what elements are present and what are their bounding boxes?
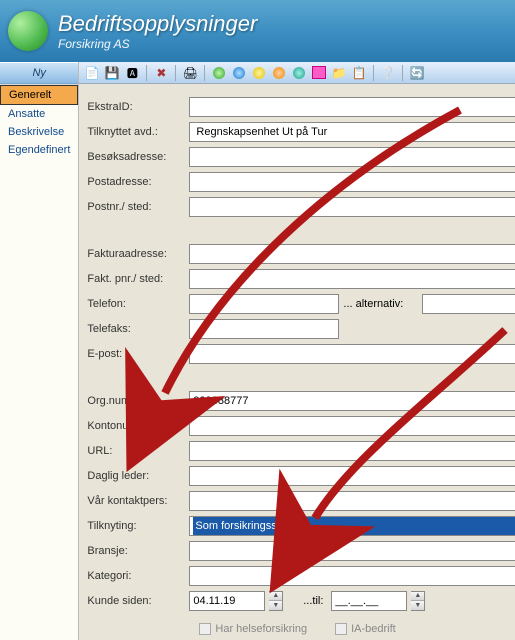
checkbox-icon: [335, 623, 347, 635]
besok-label: Besøksadresse:: [87, 151, 189, 163]
status-green-icon[interactable]: [210, 64, 228, 82]
kontaktpers-select[interactable]: ▼: [189, 491, 515, 511]
kundesiden-label: Kunde siden:: [87, 595, 189, 607]
helseforsikring-label: Har helseforsikring: [215, 623, 307, 635]
iabedrift-label: IA-bedrift: [351, 623, 396, 635]
sidebar-item-beskrivelse[interactable]: Beskrivelse: [0, 123, 78, 141]
iabedrift-checkbox[interactable]: IA-bedrift: [335, 623, 396, 635]
bransje-label: Bransje:: [87, 545, 189, 557]
refresh-icon[interactable]: [408, 64, 426, 82]
besok-input[interactable]: [189, 147, 515, 167]
status-orange-icon[interactable]: [270, 64, 288, 82]
new-icon[interactable]: [83, 64, 101, 82]
folder-icon[interactable]: [330, 64, 348, 82]
tilknytning-value: Som forsikringsselskap: [193, 517, 515, 535]
checkbox-icon: [199, 623, 211, 635]
telefon-input[interactable]: [189, 294, 339, 314]
kontonr-label: Kontonummer:: [87, 420, 189, 432]
toolbar-separator: [175, 65, 176, 81]
postnrsted-label: Postnr./ sted:: [87, 201, 189, 213]
save-icon[interactable]: [103, 64, 121, 82]
faktura-label: Fakturaadresse:: [87, 248, 189, 260]
status-yellow-icon[interactable]: [250, 64, 268, 82]
toolbar-separator: [146, 65, 147, 81]
page-title: Bedriftsopplysninger: [58, 11, 257, 37]
ekstraid-label: EkstraID:: [87, 101, 189, 113]
telefaks-input[interactable]: [189, 319, 339, 339]
telefon-label: Telefon:: [87, 298, 189, 310]
sidebar-item-egendefinert[interactable]: Egendefinert: [0, 141, 78, 159]
avd-value: Regnskapsenhet Ut på Tur: [193, 126, 330, 138]
orgnr-label: Org.nummer:: [87, 395, 189, 407]
orgnr-input[interactable]: [189, 391, 515, 411]
faktpnrsted-label: Fakt. pnr./ sted:: [87, 273, 189, 285]
app-header: Bedriftsopplysninger Forsikring AS: [0, 0, 515, 62]
form-area: EkstraID: Tilknyttet avd.: Regnskapsenhe…: [79, 84, 515, 640]
print-icon[interactable]: [181, 64, 199, 82]
kundesiden-til-label: ...til:: [287, 595, 327, 607]
ekstraid-input[interactable]: [189, 97, 515, 117]
date-til-spinner[interactable]: ▲▼: [411, 591, 425, 611]
dagligleder-label: Daglig leder:: [87, 470, 189, 482]
kontonr-input[interactable]: [189, 416, 515, 436]
epost-input[interactable]: [189, 344, 515, 364]
url-label: URL:: [87, 445, 189, 457]
copy-icon[interactable]: [350, 64, 368, 82]
kundesiden-til-input[interactable]: [331, 591, 407, 611]
toolbar-separator: [204, 65, 205, 81]
faktpnrsted-select[interactable]: ▼: [189, 269, 515, 289]
kundesiden-from-input[interactable]: [189, 591, 265, 611]
avd-label: Tilknyttet avd.:: [87, 126, 189, 138]
status-teal-icon[interactable]: [290, 64, 308, 82]
postnrsted-select[interactable]: ▼: [189, 197, 515, 217]
sidebar: Ny Generelt Ansatte Beskrivelse Egendefi…: [0, 62, 79, 640]
post-input[interactable]: [189, 172, 515, 192]
kategori-select[interactable]: ▼: [189, 566, 515, 586]
telefon-alt-input[interactable]: [422, 294, 515, 314]
tab-ny[interactable]: Ny: [0, 62, 78, 84]
delete-icon[interactable]: [152, 64, 170, 82]
toolbar: [79, 62, 515, 84]
epost-label: E-post:: [87, 348, 189, 360]
globe-icon: [8, 11, 48, 51]
sidebar-item-generelt[interactable]: Generelt: [0, 85, 78, 105]
tilknytning-label: Tilknyting:: [87, 520, 189, 532]
dagligleder-select[interactable]: ▼: [189, 466, 515, 486]
status-blue-icon[interactable]: [230, 64, 248, 82]
sidebar-item-ansatte[interactable]: Ansatte: [0, 105, 78, 123]
helseforsikring-checkbox[interactable]: Har helseforsikring: [199, 623, 307, 635]
kategori-label: Kategori:: [87, 570, 189, 582]
toolbar-separator: [402, 65, 403, 81]
toolbar-separator: [373, 65, 374, 81]
date-from-spinner[interactable]: ▲▼: [269, 591, 283, 611]
page-subtitle: Forsikring AS: [58, 37, 257, 51]
post-label: Postadresse:: [87, 176, 189, 188]
help-icon[interactable]: [379, 64, 397, 82]
faktura-input[interactable]: [189, 244, 515, 264]
url-input[interactable]: [189, 441, 515, 461]
rename-icon[interactable]: [123, 64, 141, 82]
telefaks-label: Telefaks:: [87, 323, 189, 335]
telefon-alt-label: ... alternativ:: [343, 298, 418, 310]
kontaktpers-label: Vår kontaktpers:: [87, 495, 189, 507]
status-pink-icon[interactable]: [310, 64, 328, 82]
tilknytning-select[interactable]: Som forsikringsselskap ▼: [189, 516, 515, 536]
avd-select[interactable]: Regnskapsenhet Ut på Tur ▼: [189, 122, 515, 142]
bransje-select[interactable]: ▼: [189, 541, 515, 561]
